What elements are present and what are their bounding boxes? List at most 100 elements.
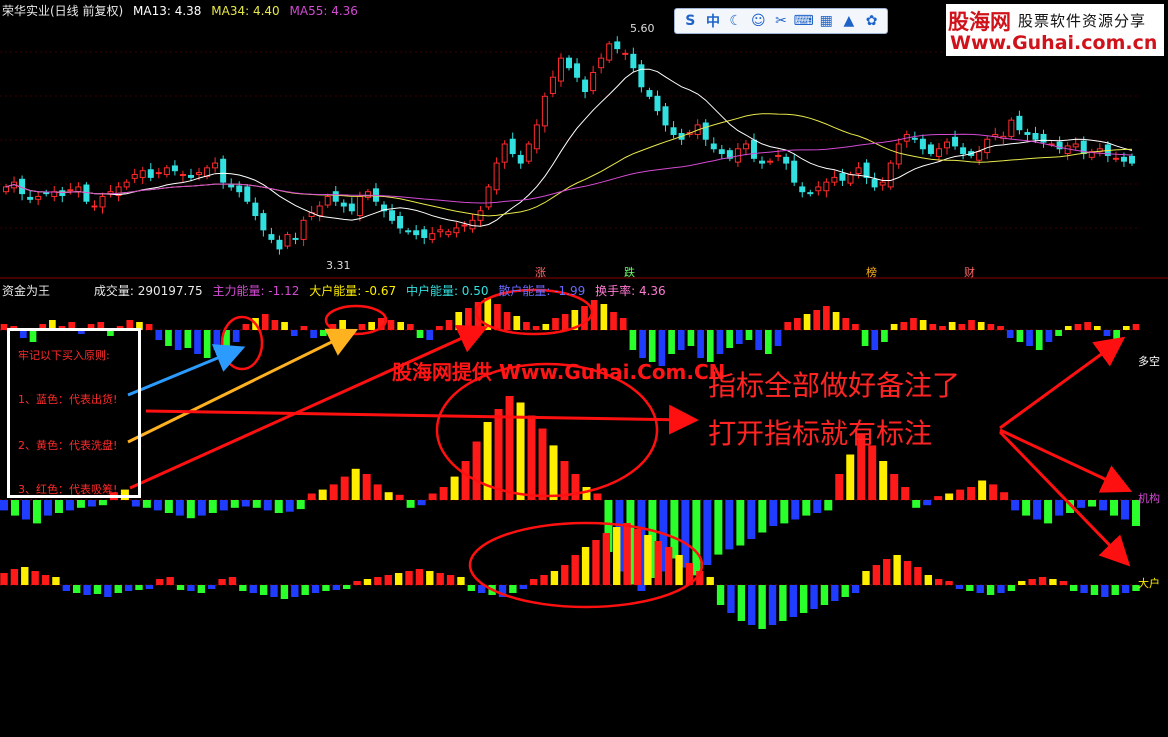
bar-0-45: [436, 326, 443, 330]
bar-0-24: [232, 330, 240, 342]
bar-2-78: [810, 585, 818, 609]
bar-2-31: [322, 585, 330, 591]
candle-body-15: [123, 181, 130, 188]
bar-0-56: [542, 324, 550, 330]
bar-2-87: [903, 561, 912, 585]
event-marker-1: 跌: [624, 265, 635, 279]
mic-icon[interactable]: ✂: [771, 11, 791, 31]
candle-body-126: [1016, 115, 1023, 131]
gear-icon[interactable]: ✿: [862, 11, 882, 31]
bar-0-72: [697, 330, 704, 358]
candle-body-63: [509, 138, 516, 155]
bar-2-89: [924, 575, 932, 585]
bar-1-42: [461, 461, 470, 500]
candle-body-5: [43, 192, 50, 195]
bar-0-48: [465, 308, 472, 330]
bar-1-75: [824, 500, 833, 511]
bar-2-6: [62, 585, 71, 591]
bar-1-23: [252, 500, 261, 508]
bar-0-94: [910, 318, 917, 330]
keyboard-icon[interactable]: ⌨: [794, 11, 814, 31]
bar-1-12: [131, 500, 140, 507]
bar-1-3: [32, 500, 41, 524]
candle-body-0: [3, 186, 9, 193]
candle-body-98: [791, 160, 798, 183]
bar-1-17: [186, 500, 195, 519]
moon-icon[interactable]: ☾: [726, 11, 746, 31]
bar-0-109: [1055, 330, 1062, 336]
mid-holder-value: 中户能量: 0.50: [405, 284, 489, 298]
bar-0-100: [968, 320, 975, 330]
bar-0-92: [890, 324, 898, 330]
candle-body-116: [935, 148, 942, 157]
bar-0-30: [290, 330, 298, 336]
bar-2-44: [457, 577, 465, 585]
candle-body-37: [300, 219, 307, 240]
bar-2-100: [1038, 577, 1047, 585]
candle-body-100: [807, 192, 814, 195]
bar-2-26: [270, 585, 278, 597]
bar-0-81: [784, 322, 792, 330]
bar-1-20: [219, 500, 228, 511]
candle-body-31: [252, 202, 259, 217]
bar-1-70: [769, 500, 778, 526]
bar-2-108: [1121, 585, 1130, 593]
bar-0-31: [300, 326, 308, 330]
candle-body-80: [646, 90, 653, 97]
row-label-duokong: 多空: [1138, 355, 1160, 368]
candle-body-45: [364, 191, 371, 198]
candle-body-8: [67, 189, 74, 192]
bar-0-106: [1026, 330, 1033, 346]
candle-body-48: [389, 210, 396, 221]
bar-2-1: [10, 569, 19, 585]
candle-body-3: [27, 196, 34, 200]
s-icon[interactable]: S: [680, 11, 700, 31]
candle-body-61: [493, 162, 500, 191]
bar-1-19: [208, 500, 217, 513]
bar-2-53: [550, 571, 559, 585]
bar-0-116: [1122, 326, 1130, 330]
candle-body-29: [236, 185, 243, 193]
bar-1-8: [87, 500, 96, 507]
candle-body-92: [742, 143, 749, 150]
bar-0-57: [552, 318, 559, 330]
bar-2-9: [93, 585, 102, 594]
bar-0-28: [271, 320, 279, 330]
bar-2-70: [727, 585, 735, 613]
bar-2-13: [135, 585, 143, 590]
bar-1-101: [1110, 500, 1119, 516]
bar-0-66: [639, 330, 646, 358]
bar-1-2: [21, 500, 30, 520]
candle-body-97: [783, 156, 790, 164]
stock-title: 荣华实业(日线 前复权): [2, 4, 124, 18]
shirt-icon[interactable]: ▲: [839, 11, 859, 31]
grid-icon[interactable]: ▦: [816, 11, 836, 31]
bar-2-11: [114, 585, 122, 593]
bar-1-67: [736, 500, 745, 546]
bar-1-95: [1044, 500, 1053, 524]
bar-2-62: [644, 535, 652, 585]
bar-1-14: [153, 500, 162, 511]
zhong-icon[interactable]: 中: [703, 11, 723, 31]
smile-icon[interactable]: ☺: [748, 11, 768, 31]
bar-0-115: [1113, 330, 1120, 340]
candle-body-54: [437, 229, 444, 233]
bar-1-92: [1011, 500, 1020, 511]
bar-0-63: [610, 312, 617, 330]
bar-2-10: [104, 585, 112, 597]
bar-0-46: [445, 320, 453, 330]
arrow-red-3: [999, 336, 1126, 430]
bar-1-1: [10, 500, 19, 516]
bar-0-111: [1074, 324, 1082, 330]
bar-2-5: [52, 577, 60, 585]
bar-0-84: [813, 310, 821, 330]
bar-2-36: [374, 577, 382, 585]
row-label-jigou: 机构: [1138, 492, 1160, 505]
bar-1-52: [571, 474, 580, 500]
bar-2-93: [966, 585, 974, 591]
bar-2-88: [914, 567, 922, 585]
event-markers: 涨跌榜财: [535, 265, 975, 279]
candle-body-23: [187, 174, 194, 178]
candlestick-series: [3, 36, 1135, 255]
bar-0-105: [1016, 330, 1024, 342]
